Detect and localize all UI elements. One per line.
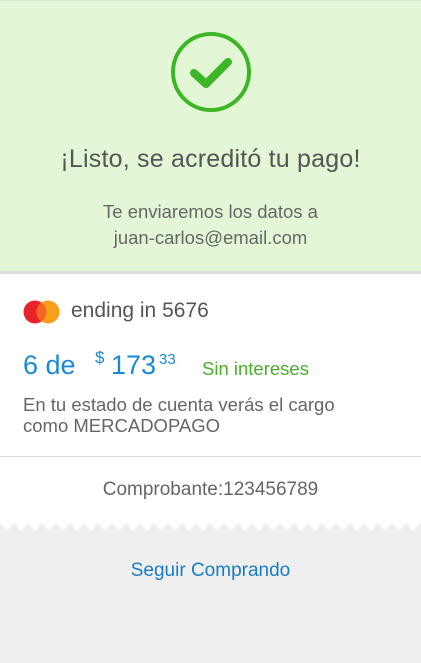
continue-shopping-link[interactable]: Seguir Comprando — [0, 560, 421, 582]
check-circle-icon — [171, 32, 251, 112]
installments-count: 6 de — [23, 350, 76, 380]
subtitle-line-1: Te enviaremos los datos a — [103, 201, 318, 222]
installment-amount: 173 — [111, 350, 157, 380]
installment-cents: 33 — [159, 351, 176, 368]
payment-details-card: ending in 5676 6 de $ 173 33 Sin interes… — [0, 274, 421, 519]
price-row: 6 de $ 173 33 Sin intereses — [23, 346, 403, 386]
card-divider — [0, 456, 421, 457]
email-address: juan-carlos@email.com — [113, 227, 308, 248]
success-subtitle: Te enviaremos los datos a juan-carlos@em… — [60, 199, 361, 251]
currency-symbol: $ — [95, 348, 105, 367]
card-ending-text: ending in 5676 — [71, 299, 209, 322]
torn-edge — [0, 519, 421, 531]
statement-line-1: En tu estado de cuenta verás el cargo — [23, 394, 335, 415]
success-title: ¡Listo, se acreditó tu pago! — [60, 145, 361, 173]
mastercard-icon — [23, 300, 60, 324]
statement-note: En tu estado de cuenta verás el cargo co… — [23, 394, 393, 436]
success-panel: ¡Listo, se acreditó tu pago! Te enviarem… — [0, 0, 421, 271]
interest-label: Sin intereses — [202, 358, 309, 379]
receipt-number: Comprobante:123456789 — [102, 479, 319, 500]
statement-line-2: como MERCADOPAGO — [23, 415, 221, 436]
